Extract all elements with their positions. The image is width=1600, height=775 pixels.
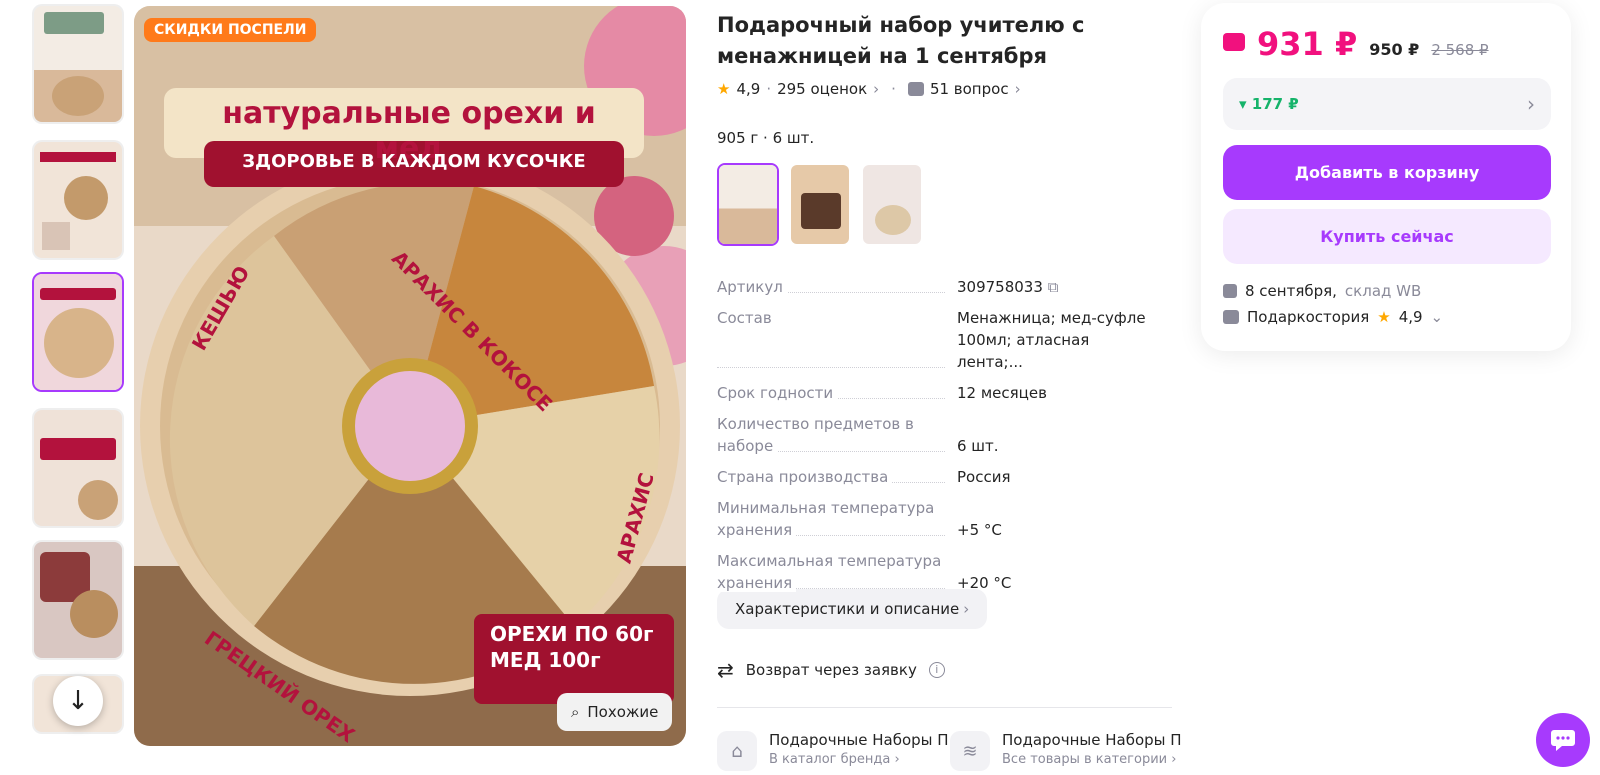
- delivery-info: 8 сентября, склад WB: [1223, 282, 1421, 300]
- questions-link[interactable]: 51 вопрос: [930, 80, 1009, 98]
- store-icon: [1223, 310, 1239, 324]
- info-icon[interactable]: i: [928, 662, 945, 678]
- price-row: 931 ₽ 950 ₽ 2 568 ₽: [1223, 25, 1489, 63]
- scroll-down-button[interactable]: ↓: [53, 676, 103, 726]
- chat-icon: [1551, 730, 1575, 751]
- rating-row: ★ 4,9 · 295 оценок › · 51 вопрос ›: [717, 80, 1021, 98]
- spec-value: Менажница; мед-суфле 100мл; атласная лен…: [957, 309, 1146, 371]
- similar-button-label: Похожие: [587, 703, 659, 721]
- brand-catalog-label: В каталог бренда: [769, 752, 891, 767]
- brand-catalog-link[interactable]: ⌂ Подарочные Наборы П В каталог бренда ›: [717, 731, 949, 771]
- image-subheadline: ЗДОРОВЬЕ В КАЖДОМ КУСОЧКЕ: [242, 151, 586, 172]
- price-old: 2 568 ₽: [1431, 41, 1489, 59]
- spec-row: Максимальная температура хранения +20 °С: [717, 550, 1157, 594]
- return-policy: ⇄ Возврат через заявку i: [717, 658, 945, 682]
- spec-value: 12 месяцев: [957, 384, 1047, 402]
- spec-row: Минимальная температура хранения +5 °С: [717, 497, 1157, 541]
- price-without-wallet: 950 ₽: [1369, 40, 1420, 59]
- return-arrows-icon: ⇄: [717, 658, 734, 682]
- price: 931 ₽: [1257, 25, 1358, 63]
- description-button-label: Характеристики и описание: [735, 600, 960, 618]
- add-to-cart-button[interactable]: Добавить в корзину: [1223, 145, 1551, 200]
- thumbnail-5[interactable]: [32, 540, 124, 660]
- wallet-icon: [1223, 33, 1245, 51]
- layers-icon: ≋: [950, 731, 990, 771]
- weights-line-1: ОРЕХИ ПО 60г: [490, 622, 654, 646]
- brand-name: Подарочные Наборы П: [769, 731, 949, 749]
- variant-1[interactable]: [717, 163, 779, 246]
- question-icon: [907, 82, 924, 96]
- specs-list: Артикул 309758033 ⧉ Состав Менажница; ме…: [717, 276, 1157, 603]
- chevron-right-icon: ›: [1527, 92, 1535, 116]
- promo-discount-row[interactable]: ▾ 177 ₽ ›: [1223, 78, 1551, 130]
- weights-line-2: МЕД 100г: [490, 648, 601, 672]
- spec-key: Минимальная температура хранения: [717, 499, 935, 539]
- main-product-image[interactable]: натуральные орехи и мед ЗДОРОВЬЕ В КАЖДО…: [134, 6, 686, 746]
- buy-panel: 931 ₽ 950 ₽ 2 568 ₽ ▾ 177 ₽ › Добавить в…: [1201, 3, 1571, 351]
- spec-row: Состав Менажница; мед-суфле 100мл; атлас…: [717, 307, 1157, 373]
- thumbnail-1[interactable]: [32, 4, 124, 124]
- delivery-warehouse: склад WB: [1344, 282, 1422, 300]
- category-label: Все товары в категории: [1002, 752, 1168, 767]
- rating-value: 4,9: [736, 80, 761, 98]
- star-icon: ★: [1377, 308, 1391, 326]
- search-image-icon: ⌕: [571, 703, 580, 721]
- spec-row: Срок годности 12 месяцев: [717, 382, 1157, 404]
- promo-discount: ▾ 177 ₽: [1239, 95, 1299, 113]
- tag-icon: ⌂: [717, 731, 757, 771]
- divider: [717, 707, 1172, 708]
- spec-key: Количество предметов в наборе: [717, 415, 914, 455]
- chevron-right-icon: ›: [1014, 80, 1021, 98]
- variant-3[interactable]: [861, 163, 923, 246]
- spec-value: 6 шт.: [957, 437, 999, 455]
- box-icon: [1223, 284, 1237, 298]
- spec-value: Россия: [957, 468, 1011, 486]
- chevron-right-icon: ›: [873, 80, 880, 98]
- product-title: Подарочный набор учителю с менажницей на…: [717, 13, 1085, 68]
- return-policy-label: Возврат через заявку: [745, 661, 917, 679]
- buy-now-button[interactable]: Купить сейчас: [1223, 209, 1551, 264]
- spec-key: Артикул: [717, 278, 787, 296]
- seller-rating: 4,9: [1398, 308, 1423, 326]
- variant-2[interactable]: [789, 163, 851, 246]
- spec-row: Страна производства Россия: [717, 466, 1157, 488]
- spec-value: +20 °С: [957, 574, 1012, 592]
- description-button[interactable]: Характеристики и описание ›: [717, 589, 988, 629]
- category-link[interactable]: ≋ Подарочные Наборы П Все товары в катег…: [950, 731, 1182, 771]
- seller-info[interactable]: Подаркостория ★ 4,9 ⌄: [1223, 308, 1443, 326]
- spec-row: Количество предметов в наборе 6 шт.: [717, 413, 1157, 457]
- promo-badge: СКИДКИ ПОСПЕЛИ: [144, 18, 317, 42]
- similar-button[interactable]: ⌕ Похожие: [557, 693, 673, 731]
- thumbnail-3[interactable]: [32, 272, 124, 392]
- copy-icon[interactable]: ⧉: [1048, 278, 1059, 296]
- arrow-down-icon: ↓: [67, 686, 89, 716]
- spec-key: Состав: [717, 309, 776, 327]
- spec-value: +5 °С: [957, 521, 1002, 539]
- spec-key: Срок годности: [717, 384, 838, 402]
- weight-count: 905 г · 6 шт.: [717, 129, 815, 147]
- chat-button[interactable]: [1536, 713, 1590, 767]
- category-name: Подарочные Наборы П: [1002, 731, 1182, 749]
- star-icon: ★: [717, 80, 731, 98]
- reviews-link[interactable]: 295 оценок: [777, 80, 867, 98]
- spec-key: Страна производства: [717, 468, 893, 486]
- thumbnail-4[interactable]: [32, 408, 124, 528]
- seller-name[interactable]: Подаркостория: [1247, 308, 1369, 326]
- spec-key: Максимальная температура хранения: [717, 552, 942, 592]
- spec-value: 309758033: [957, 278, 1043, 296]
- chevron-down-icon: ⌄: [1430, 308, 1444, 326]
- chevron-right-icon: ›: [963, 600, 970, 618]
- spec-row: Артикул 309758033 ⧉: [717, 276, 1157, 298]
- delivery-date: 8 сентября,: [1245, 282, 1337, 300]
- thumbnail-2[interactable]: [32, 140, 124, 260]
